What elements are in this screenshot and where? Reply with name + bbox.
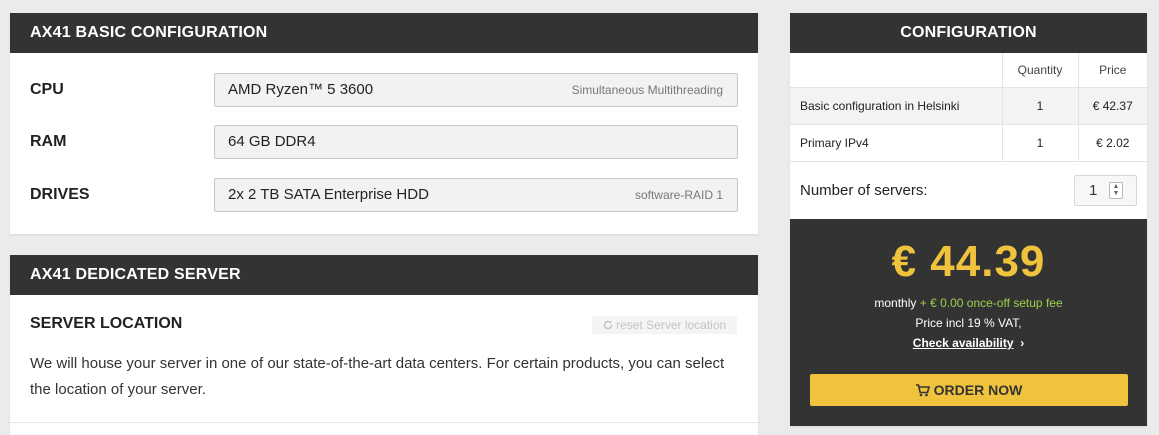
- ram-field[interactable]: 64 GB DDR4: [214, 125, 738, 159]
- table-row: Basic configuration in Helsinki 1 € 42.3…: [790, 87, 1147, 125]
- dedicated-server-title: AX41 DEDICATED SERVER: [10, 255, 758, 295]
- cpu-row: CPU AMD Ryzen™ 5 3600 Simultaneous Multi…: [10, 73, 758, 107]
- order-now-label: ORDER NOW: [933, 382, 1023, 398]
- cpu-note: Simultaneous Multithreading: [571, 83, 723, 97]
- ram-label: RAM: [30, 133, 67, 150]
- reset-location-label: reset Server location: [616, 318, 727, 332]
- dedicated-server-panel: AX41 DEDICATED SERVER SERVER LOCATION re…: [10, 255, 758, 435]
- drives-field[interactable]: 2x 2 TB SATA Enterprise HDD software-RAI…: [214, 178, 738, 212]
- item-price: € 42.37: [1077, 87, 1147, 125]
- table-header-row: Quantity Price: [790, 53, 1147, 88]
- server-quantity-value: 1: [1089, 182, 1098, 199]
- drives-row: DRIVES 2x 2 TB SATA Enterprise HDD softw…: [10, 178, 758, 212]
- drives-label: DRIVES: [30, 186, 90, 203]
- table-row: Primary IPv4 1 € 2.02: [790, 124, 1147, 162]
- basic-config-panel: AX41 BASIC CONFIGURATION CPU AMD Ryzen™ …: [10, 13, 758, 234]
- check-availability-link[interactable]: Check availability: [913, 336, 1014, 350]
- billing-period: monthly: [874, 296, 917, 310]
- drives-value: 2x 2 TB SATA Enterprise HDD: [228, 186, 429, 203]
- total-price: € 44.39: [891, 237, 1046, 286]
- ram-value: 64 GB DDR4: [228, 133, 316, 150]
- quantity-column-header: Quantity: [1001, 53, 1078, 88]
- divider: [10, 422, 758, 423]
- cpu-field[interactable]: AMD Ryzen™ 5 3600 Simultaneous Multithre…: [214, 73, 738, 107]
- stepper-arrows-icon[interactable]: ▲ ▼: [1109, 182, 1123, 199]
- basic-config-title: AX41 BASIC CONFIGURATION: [10, 13, 758, 53]
- billing-line: monthly + € 0.00 once-off setup fee: [790, 296, 1147, 310]
- reset-location-button[interactable]: reset Server location: [592, 316, 737, 334]
- price-box: € 44.39 monthly + € 0.00 once-off setup …: [790, 219, 1147, 426]
- setup-fee: + € 0.00 once-off setup fee: [919, 296, 1063, 310]
- availability-line: Check availability ›: [790, 336, 1147, 350]
- item-price: € 2.02: [1077, 124, 1147, 162]
- item-column-header: [790, 53, 1002, 88]
- refresh-icon: [603, 320, 613, 330]
- item-name: Primary IPv4: [790, 124, 1002, 162]
- vat-note: Price incl 19 % VAT,: [915, 316, 1022, 330]
- server-quantity-stepper[interactable]: 1 ▲ ▼: [1074, 175, 1137, 206]
- drives-note: software-RAID 1: [634, 188, 723, 202]
- server-location-description: We will house your server in one of our …: [30, 355, 725, 398]
- cart-icon: [915, 384, 930, 397]
- item-name: Basic configuration in Helsinki: [790, 87, 1002, 125]
- configuration-table: Quantity Price Basic configuration in He…: [790, 53, 1147, 162]
- order-now-button[interactable]: ORDER NOW: [810, 374, 1128, 406]
- item-quantity: 1: [1001, 124, 1078, 162]
- configuration-title: CONFIGURATION: [790, 13, 1147, 53]
- number-of-servers-row: Number of servers: 1 ▲ ▼: [790, 163, 1147, 219]
- ram-row: RAM 64 GB DDR4: [10, 125, 758, 159]
- cpu-label: CPU: [30, 81, 64, 98]
- configuration-summary-panel: CONFIGURATION Quantity Price Basic confi…: [790, 13, 1147, 426]
- number-of-servers-label: Number of servers:: [800, 182, 928, 199]
- server-location-title: SERVER LOCATION: [30, 315, 183, 332]
- cpu-value: AMD Ryzen™ 5 3600: [228, 81, 374, 98]
- price-column-header: Price: [1077, 53, 1147, 88]
- item-quantity: 1: [1001, 87, 1078, 125]
- chevron-right-icon: ›: [1016, 336, 1025, 350]
